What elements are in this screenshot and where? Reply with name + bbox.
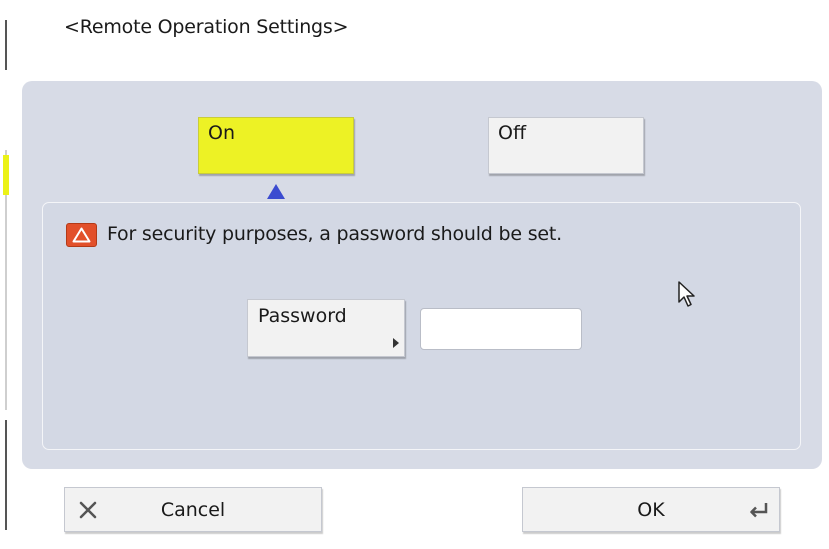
edge-highlight [3, 155, 9, 195]
edge-line [5, 20, 7, 70]
warning-message: For security purposes, a password should… [107, 223, 562, 245]
left-edge-fragment [0, 0, 12, 549]
selected-indicator-icon [267, 184, 285, 199]
mouse-pointer-icon [677, 280, 697, 314]
password-button-label: Password [258, 305, 347, 327]
password-button[interactable]: Password [247, 299, 405, 357]
triangle-right-icon [393, 338, 399, 348]
ok-button-label: OK [637, 499, 665, 521]
enter-icon [749, 501, 769, 523]
edge-line [5, 420, 7, 530]
page-title: <Remote Operation Settings> [64, 16, 349, 38]
on-button[interactable]: On [198, 117, 354, 174]
cancel-button-label: Cancel [160, 499, 226, 521]
password-input[interactable] [420, 308, 582, 350]
warning-triangle-icon [66, 223, 97, 247]
ok-button[interactable]: OK [522, 487, 780, 532]
off-button[interactable]: Off [488, 117, 644, 174]
cancel-button[interactable]: Cancel [64, 487, 322, 532]
